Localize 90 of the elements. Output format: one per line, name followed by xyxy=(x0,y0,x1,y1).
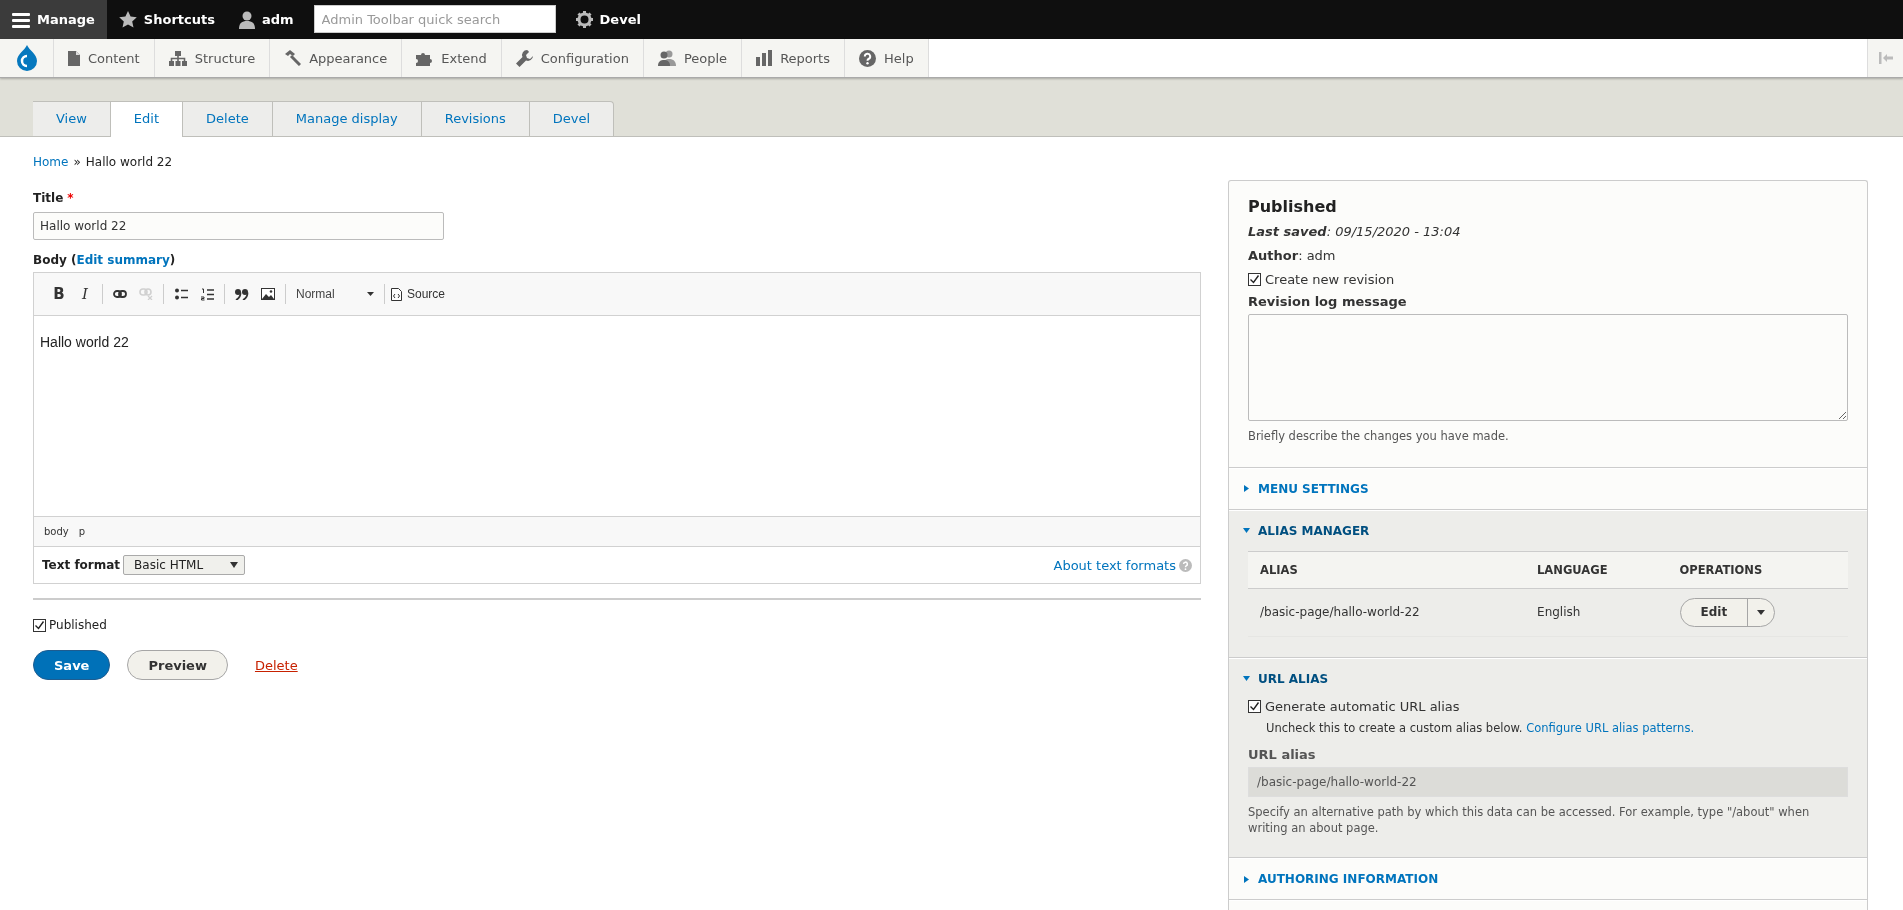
field-description: Specify an alternative path by which this data can be accessed. For example, type "/about" when writing an about page. xyxy=(1248,803,1811,837)
bulleted-list-icon[interactable] xyxy=(174,288,188,300)
section-header[interactable]: URL ALIAS xyxy=(1229,658,1867,699)
save-button[interactable]: Save xyxy=(33,650,111,680)
status-heading: Published xyxy=(1248,197,1338,216)
text-format-select[interactable]: Basic HTML xyxy=(123,555,246,575)
table-cell: /basic-page/hallo-world-22 xyxy=(1248,588,1526,637)
section-header[interactable]: AUTHORING INFORMATION xyxy=(1229,859,1867,899)
image-icon[interactable] xyxy=(261,288,275,300)
column-header: LANGUAGE xyxy=(1525,551,1668,589)
checkbox-label: Create new revision xyxy=(1265,272,1395,287)
search-field[interactable]: Admin Toolbar quick search xyxy=(313,5,556,33)
tab[interactable]: Manage display xyxy=(272,101,422,136)
field-label: URL alias xyxy=(1248,746,1317,762)
edit-summary-link[interactable]: Edit summary xyxy=(76,253,170,267)
table-cell: English xyxy=(1525,588,1668,637)
breadcrumb-separator: » xyxy=(73,155,81,169)
sitemap-icon xyxy=(168,50,187,66)
revision-log-field[interactable] xyxy=(1248,314,1848,421)
required-mark: * xyxy=(67,191,74,205)
menu-item[interactable]: Structure xyxy=(154,39,271,77)
bold-button[interactable]: B xyxy=(46,282,72,306)
tab[interactable]: Edit xyxy=(110,101,184,137)
menu-item[interactable]: Appearance xyxy=(270,39,403,77)
breadcrumb-link[interactable]: Home xyxy=(33,155,69,169)
tab[interactable]: Devel xyxy=(529,101,615,136)
hammer-icon xyxy=(284,50,302,66)
field-description: Uncheck this to create a custom alias below. Configure URL alias patterns. xyxy=(1266,720,1696,735)
toolbar-item[interactable]: Devel xyxy=(563,0,653,39)
title-field[interactable]: Hallo world 22 xyxy=(33,212,444,240)
menu-item[interactable]: Content xyxy=(54,39,155,77)
menu-item[interactable]: People xyxy=(643,39,743,77)
field-label: Revision log message xyxy=(1248,294,1408,309)
caret-icon xyxy=(367,292,374,296)
settings-icon xyxy=(575,11,593,28)
format-dropdown[interactable]: Normal xyxy=(290,283,380,305)
caret-icon xyxy=(230,562,239,568)
element-path-item[interactable]: p xyxy=(78,526,86,537)
source-icon xyxy=(391,287,402,301)
tab[interactable]: View xyxy=(33,101,111,136)
tab[interactable]: Revisions xyxy=(421,101,530,136)
italic-button[interactable]: I xyxy=(72,282,98,306)
field-description: Briefly describe the changes you have made. xyxy=(1248,428,1510,445)
help-icon xyxy=(1179,558,1192,572)
checkbox[interactable] xyxy=(33,618,46,632)
menu-item[interactable]: Configuration xyxy=(501,39,644,77)
bar-chart-icon xyxy=(756,50,773,66)
star-icon xyxy=(118,11,137,28)
checkbox[interactable] xyxy=(1248,699,1261,713)
checkbox[interactable] xyxy=(1248,273,1261,286)
puzzle-icon xyxy=(416,50,434,66)
author-text: Author: adm xyxy=(1248,248,1337,263)
tab[interactable]: Delete xyxy=(183,101,273,136)
breadcrumb-current: Hallo world 22 xyxy=(85,155,173,169)
section-header[interactable]: MENU SETTINGS xyxy=(1229,468,1867,509)
toolbar-item[interactable]: adm xyxy=(226,0,306,39)
menu-item[interactable]: Extend xyxy=(402,39,502,77)
field-label: Text format xyxy=(42,558,121,572)
source-button[interactable]: Source xyxy=(385,283,452,305)
field-label: Body ( xyxy=(33,253,77,267)
editor-text: Hallo world 22 xyxy=(40,334,129,350)
configure-patterns-link[interactable]: Configure URL alias patterns. xyxy=(1526,720,1695,735)
drop-logo-icon xyxy=(16,45,37,71)
help-icon xyxy=(859,49,876,67)
delete-link[interactable]: Delete xyxy=(254,657,298,673)
checkbox-label: Published xyxy=(49,618,107,632)
section-header[interactable]: ALIAS MANAGER xyxy=(1229,510,1867,551)
toolbar-item[interactable]: Manage xyxy=(0,0,107,39)
quote-icon[interactable] xyxy=(235,288,249,300)
element-path-item[interactable]: body xyxy=(44,526,69,537)
menu-item[interactable]: Reports xyxy=(742,39,845,77)
column-header: ALIAS xyxy=(1248,551,1526,589)
field-label: Title xyxy=(33,191,64,205)
preview-button[interactable]: Preview xyxy=(127,650,228,680)
last-saved-text: Last saved: 09/15/2020 - 13:04 xyxy=(1248,224,1462,239)
checkbox-label: Generate automatic URL alias xyxy=(1265,698,1460,714)
toolbar-item[interactable]: Shortcuts xyxy=(106,0,227,39)
numbered-list-icon[interactable] xyxy=(200,287,214,301)
menu-icon xyxy=(12,11,30,28)
about-text-formats-link[interactable]: About text formats xyxy=(1053,557,1176,573)
column-header: OPERATIONS xyxy=(1667,551,1848,589)
document-icon xyxy=(68,50,80,66)
field-label: ) xyxy=(169,253,176,267)
wrench-icon xyxy=(515,49,533,67)
user-icon xyxy=(238,10,255,29)
editor-area[interactable]: Hallo world 22 xyxy=(34,316,1200,516)
caret-icon xyxy=(1757,609,1766,615)
link-icon[interactable] xyxy=(113,289,127,299)
users-icon xyxy=(657,50,676,66)
menu-item[interactable]: Help xyxy=(845,39,929,77)
